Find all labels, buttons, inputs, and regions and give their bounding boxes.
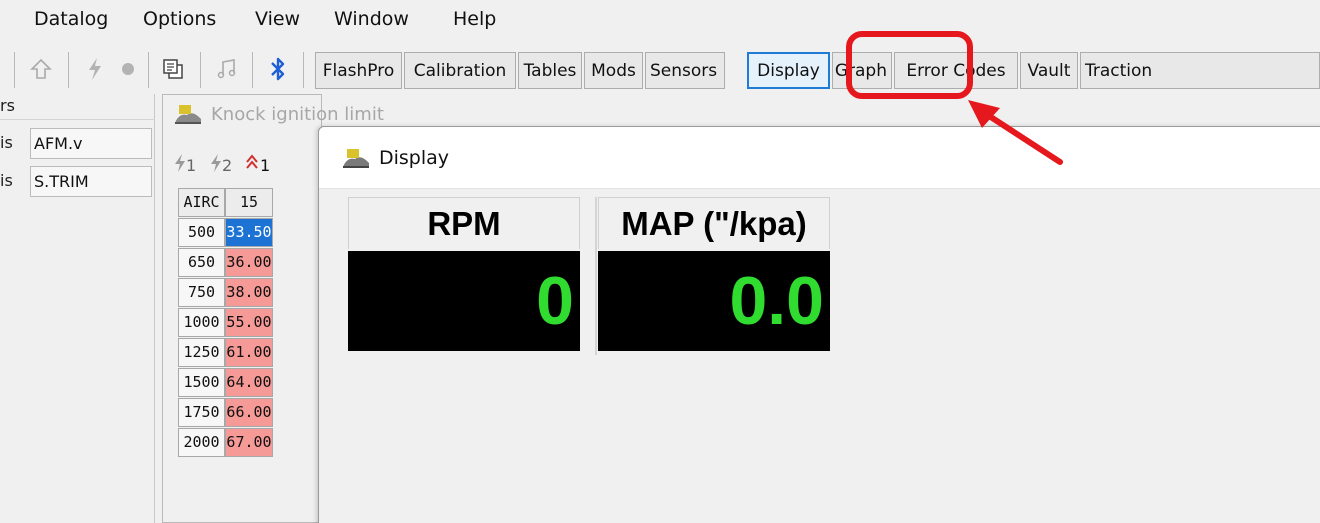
- tab-vault[interactable]: Vault: [1020, 52, 1078, 89]
- annotation-arrow-icon: [968, 100, 1063, 165]
- display-window-title: Display: [379, 147, 450, 169]
- menu-help[interactable]: Help: [453, 8, 496, 30]
- row-header: 750: [178, 278, 225, 307]
- table-cell[interactable]: 67.00: [225, 428, 273, 457]
- row-prefix: is: [0, 133, 13, 152]
- music-note-icon[interactable]: [212, 54, 242, 84]
- column-header-15: 15: [225, 188, 273, 217]
- toolbar-separator: [303, 52, 304, 88]
- toolbar: FlashPro Calibration Tables Mods Sensors…: [0, 40, 1320, 94]
- toolbar-separator: [14, 52, 15, 88]
- gauge-value: 0.0: [598, 251, 830, 351]
- row-header: 500: [178, 218, 225, 247]
- column-header-airc: AIRC: [178, 188, 225, 217]
- app-icon: [341, 145, 371, 171]
- table-cell[interactable]: 33.50: [225, 218, 273, 247]
- copy-icon[interactable]: [158, 54, 188, 84]
- gauge-label: RPM: [348, 197, 580, 249]
- gauge-value: 0: [348, 251, 580, 351]
- tab-mods[interactable]: Mods: [584, 52, 643, 89]
- tab-error-codes[interactable]: Error Codes: [894, 52, 1018, 89]
- table-cell[interactable]: 38.00: [225, 278, 273, 307]
- row-prefix: is: [0, 171, 13, 190]
- lightning-1-icon[interactable]: 1: [173, 153, 197, 175]
- menu-datalog[interactable]: Datalog: [34, 8, 108, 30]
- label: 1: [260, 156, 271, 175]
- gauge-label: MAP ("/kpa): [598, 197, 830, 249]
- sensor-select-strim[interactable]: S.TRIM: [30, 166, 152, 197]
- label: 2: [222, 156, 233, 175]
- menu-window[interactable]: Window: [334, 8, 409, 30]
- knock-ignition-window: Knock ignition limit 1 2 1 AIRC 15 500 3…: [162, 94, 384, 523]
- table-cell[interactable]: 61.00: [225, 338, 273, 367]
- toolbar-separator: [252, 52, 253, 88]
- up-chevron-red-icon[interactable]: 1: [245, 153, 275, 175]
- tab-flashpro[interactable]: FlashPro: [315, 52, 402, 89]
- sensor-list-panel: rs is AFM.v is S.TRIM: [0, 94, 155, 523]
- lightning-icon[interactable]: [80, 54, 110, 84]
- panel-header: rs: [0, 96, 155, 120]
- table-cell[interactable]: 64.00: [225, 368, 273, 397]
- gauge-divider: [595, 197, 597, 355]
- toolbar-separator: [148, 52, 149, 88]
- table-cell[interactable]: 66.00: [225, 398, 273, 427]
- lightning-2-icon[interactable]: 2: [209, 153, 233, 175]
- row-header: 2000: [178, 428, 225, 457]
- app-window: Datalog Options View Window Help FlashPr…: [0, 0, 1320, 523]
- sensor-row: is S.TRIM: [0, 162, 155, 198]
- up-arrow-icon[interactable]: [26, 54, 56, 84]
- row-header: 1750: [178, 398, 225, 427]
- label: 1: [186, 156, 197, 175]
- tab-calibration[interactable]: Calibration: [404, 52, 516, 89]
- sensor-row: is AFM.v: [0, 124, 155, 160]
- record-dot-icon[interactable]: [113, 54, 143, 84]
- menu-view[interactable]: View: [255, 8, 300, 30]
- tab-sensors[interactable]: Sensors: [645, 52, 725, 89]
- tab-graph[interactable]: Graph: [832, 52, 892, 89]
- row-header: 1500: [178, 368, 225, 397]
- toolbar-separator: [200, 52, 201, 88]
- table-cell[interactable]: 36.00: [225, 248, 273, 277]
- toolbar-separator: [68, 52, 69, 88]
- display-window: Display RPM 0 MAP ("/kpa) 0.0: [318, 126, 1320, 523]
- row-header: 1250: [178, 338, 225, 367]
- tab-display[interactable]: Display: [747, 52, 830, 89]
- bluetooth-icon[interactable]: [263, 54, 293, 84]
- sensor-select-afm[interactable]: AFM.v: [30, 128, 152, 159]
- tab-tables[interactable]: Tables: [518, 52, 582, 89]
- menu-bar: Datalog Options View Window Help: [0, 0, 1320, 40]
- row-header: 1000: [178, 308, 225, 337]
- table-cell[interactable]: 55.00: [225, 308, 273, 337]
- display-titlebar[interactable]: Display: [319, 127, 1320, 189]
- row-header: 650: [178, 248, 225, 277]
- menu-options[interactable]: Options: [143, 8, 216, 30]
- tab-traction[interactable]: Traction: [1080, 52, 1320, 89]
